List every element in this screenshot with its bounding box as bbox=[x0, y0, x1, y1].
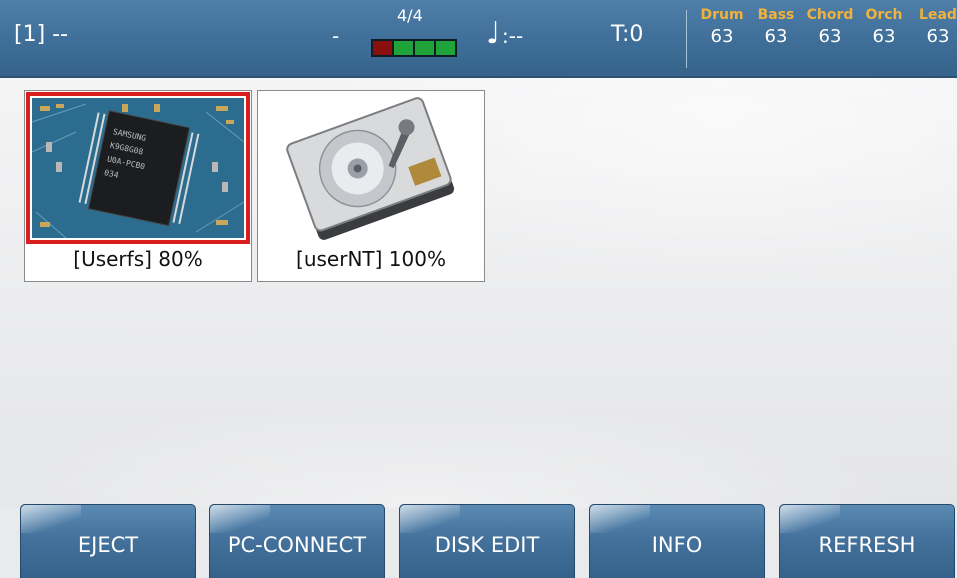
drive-label: [userNT] 100% bbox=[296, 247, 446, 271]
volume-bass: Bass 63 bbox=[749, 6, 803, 50]
song-id: [1] -- bbox=[14, 22, 69, 47]
status-bar: [1] -- - 4/4 ♩ :-- T:0 Drum 63 Bass 63 C… bbox=[0, 0, 957, 78]
pc-connect-button-label: PC-CONNECT bbox=[227, 532, 367, 557]
disk-edit-button-label: DISK EDIT bbox=[434, 532, 540, 557]
refresh-button[interactable]: REFRESH bbox=[779, 504, 955, 578]
time-signature: 4/4 bbox=[397, 6, 423, 25]
volume-label: Bass bbox=[757, 7, 795, 23]
drive-item-userfs[interactable]: SAMSUNG K9G8G08 U0A-PCB0 034 [Userfs] 80… bbox=[24, 90, 252, 282]
beat-cell-3 bbox=[415, 41, 434, 55]
beat-cell-2 bbox=[394, 41, 413, 55]
volume-lead: Lead 63 bbox=[911, 6, 957, 50]
function-buttons: EJECT PC-CONNECT DISK EDIT INFO REFRESH bbox=[0, 504, 957, 578]
volume-value: 63 bbox=[926, 26, 950, 47]
beat-cell-1 bbox=[373, 41, 392, 55]
quarter-note-icon: ♩ bbox=[486, 16, 501, 51]
disk-edit-button[interactable]: DISK EDIT bbox=[399, 504, 575, 578]
volume-label: Lead bbox=[919, 7, 957, 23]
volume-label: Orch bbox=[865, 7, 903, 23]
beat-meter bbox=[371, 39, 457, 57]
style-indicator: - bbox=[332, 24, 340, 48]
hard-disk-icon bbox=[259, 92, 483, 244]
note-value: :-- bbox=[502, 24, 524, 48]
volume-label: Drum bbox=[700, 7, 744, 23]
refresh-button-label: REFRESH bbox=[818, 532, 916, 557]
drive-item-usernt[interactable]: [userNT] 100% bbox=[257, 90, 485, 282]
status-divider bbox=[686, 10, 687, 68]
volume-drum: Drum 63 bbox=[695, 6, 749, 50]
volume-value: 63 bbox=[710, 26, 734, 47]
volume-label: Chord bbox=[806, 7, 854, 23]
volume-value: 63 bbox=[818, 26, 842, 47]
volume-readouts: Drum 63 Bass 63 Chord 63 Orch 63 Lead 63 bbox=[695, 6, 957, 50]
tempo-readout: T:0 bbox=[611, 22, 644, 47]
drive-list: SAMSUNG K9G8G08 U0A-PCB0 034 [Userfs] 80… bbox=[0, 78, 957, 508]
info-button-label: INFO bbox=[651, 532, 703, 557]
drive-label: [Userfs] 80% bbox=[73, 247, 203, 271]
volume-orch: Orch 63 bbox=[857, 6, 911, 50]
beat-cell-4 bbox=[436, 41, 455, 55]
eject-button[interactable]: EJECT bbox=[20, 504, 196, 578]
volume-value: 63 bbox=[764, 26, 788, 47]
volume-chord: Chord 63 bbox=[803, 6, 857, 50]
eject-button-label: EJECT bbox=[77, 532, 139, 557]
info-button[interactable]: INFO bbox=[589, 504, 765, 578]
volume-value: 63 bbox=[872, 26, 896, 47]
pc-connect-button[interactable]: PC-CONNECT bbox=[209, 504, 385, 578]
memory-chip-icon: SAMSUNG K9G8G08 U0A-PCB0 034 bbox=[26, 92, 250, 244]
